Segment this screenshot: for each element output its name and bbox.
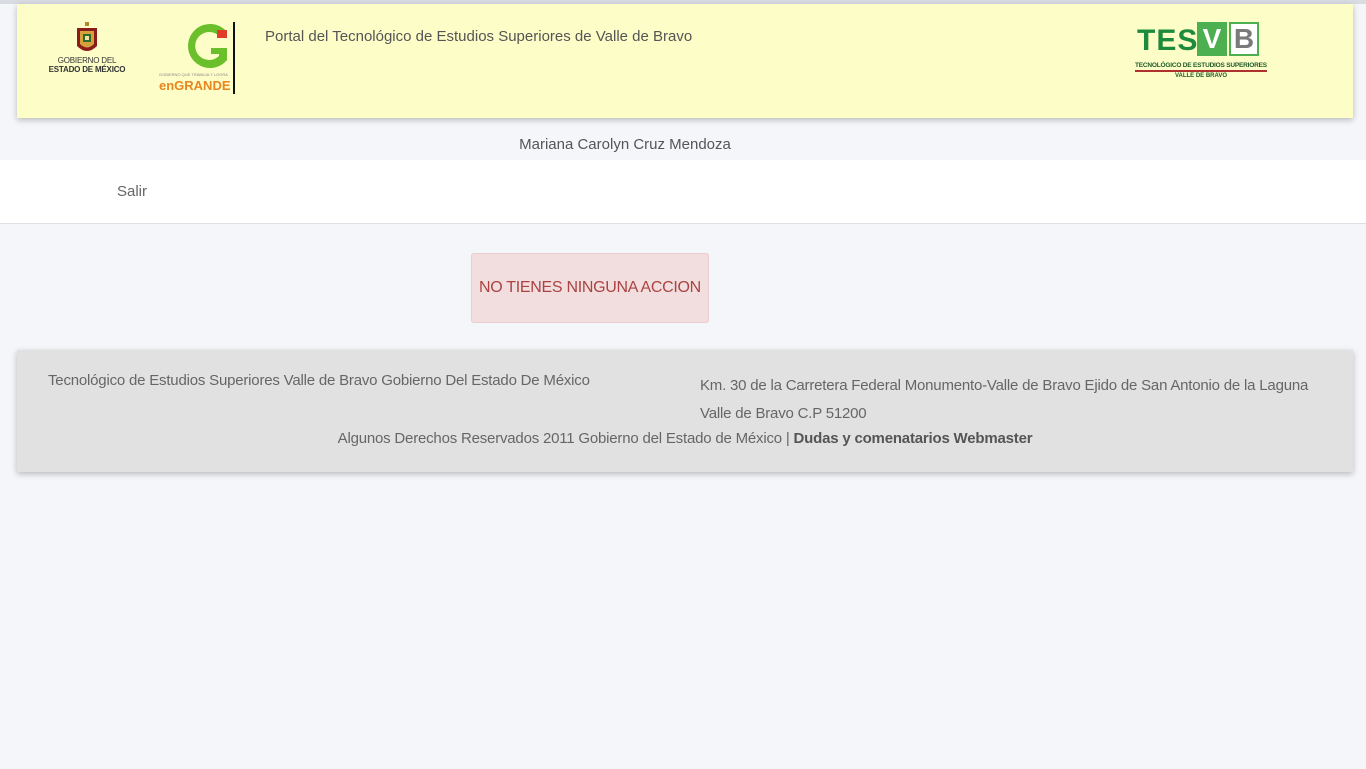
header-banner: GOBIERNO DEL ESTADO DE MÉXICO GOBIERNO Q… — [17, 4, 1353, 118]
footer-address-line2: Valle de Bravo C.P 51200 — [700, 405, 867, 422]
footer-address-line1: Km. 30 de la Carretera Federal Monumento… — [700, 377, 1309, 394]
footer: Tecnológico de Estudios Superiores Valle… — [17, 350, 1353, 472]
footer-institution: Tecnológico de Estudios Superiores Valle… — [48, 372, 590, 389]
engrande-g-icon — [188, 24, 227, 68]
engrande-logo: GOBIERNO QUE TRABAJA Y LOGRA enGRANDE — [157, 20, 239, 96]
no-actions-alert: NO TIENES NINGUNA ACCION — [471, 253, 709, 323]
nav-bar: Salir — [0, 160, 1366, 224]
edomex-crest-icon — [77, 22, 97, 51]
footer-rights: Algunos Derechos Reservados 2011 Gobiern… — [17, 430, 1353, 447]
webmaster-link[interactable]: Dudas y comenatarios Webmaster — [794, 430, 1033, 447]
footer-rights-text: Algunos Derechos Reservados 2011 Gobiern… — [337, 430, 790, 447]
portal-title: Portal del Tecnológico de Estudios Super… — [265, 28, 693, 45]
user-name: Mariana Carolyn Cruz Mendoza — [519, 136, 731, 153]
edomex-logo: GOBIERNO DEL ESTADO DE MÉXICO — [45, 22, 129, 74]
logout-link[interactable]: Salir — [117, 183, 147, 200]
tesvb-logo: TES V B TECNOLÓGICO DE ESTUDIOS SUPERIOR… — [1135, 22, 1267, 79]
engrande-divider — [233, 22, 235, 94]
footer-address: Km. 30 de la Carretera Federal Monumento… — [700, 372, 1340, 428]
